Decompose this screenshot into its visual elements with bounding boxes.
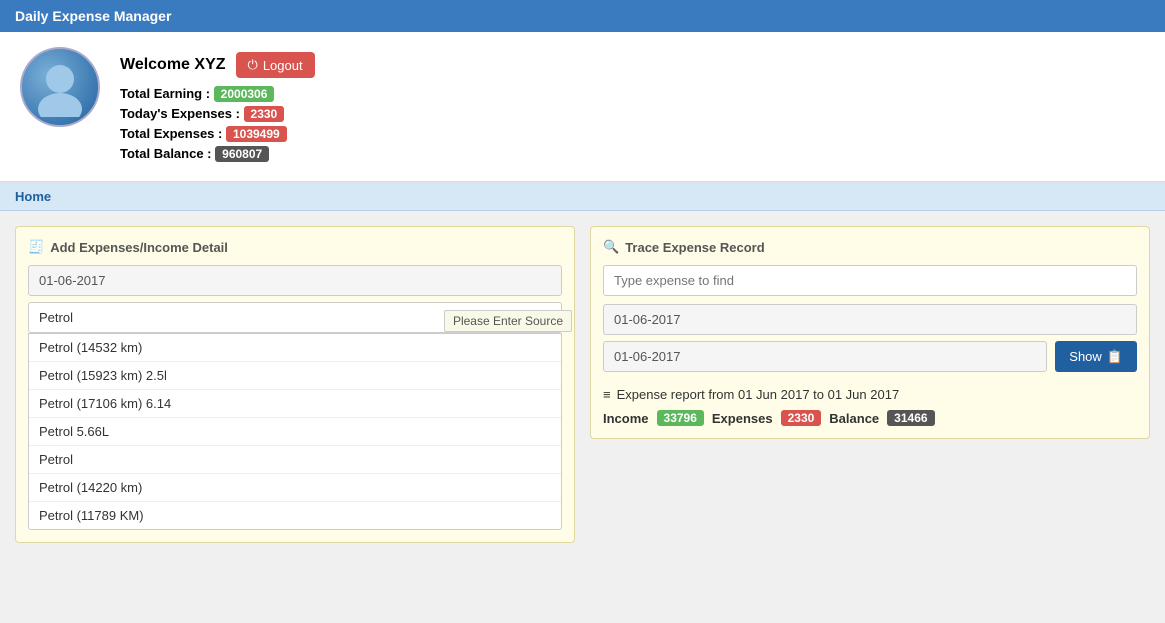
report-list-icon: ≡: [603, 387, 611, 402]
total-expenses-row: Total Expenses : 1039499: [120, 126, 315, 142]
total-balance-value: 960807: [215, 146, 269, 162]
welcome-row: Welcome XYZ ⏻ Logout: [120, 52, 315, 78]
list-item[interactable]: Petrol (11789 KM): [29, 502, 561, 529]
income-value: 33796: [657, 410, 704, 426]
logout-icon: ⏻: [248, 57, 258, 73]
avatar: [20, 47, 100, 127]
trace-title-label: Trace Expense Record: [625, 240, 764, 255]
app-header: Daily Expense Manager: [0, 0, 1165, 32]
total-earning-row: Total Earning : 2000306: [120, 86, 315, 102]
list-item[interactable]: Petrol (15923 km) 2.5l: [29, 362, 561, 390]
balance-value: 31466: [887, 410, 934, 426]
tooltip-text: Please Enter Source: [453, 314, 563, 328]
report-section: ≡ Expense report from 01 Jun 2017 to 01 …: [603, 387, 1137, 426]
list-item[interactable]: Petrol (17106 km) 6.14: [29, 390, 561, 418]
date-input[interactable]: [28, 265, 562, 296]
todays-expenses-label: Today's Expenses :: [120, 106, 240, 121]
report-title: ≡ Expense report from 01 Jun 2017 to 01 …: [603, 387, 1137, 402]
welcome-text: Welcome XYZ: [120, 56, 226, 74]
profile-info: Welcome XYZ ⏻ Logout Total Earning : 200…: [120, 47, 315, 166]
left-panel: 🧾 Add Expenses/Income Detail Please Ente…: [15, 226, 575, 543]
total-balance-label: Total Balance :: [120, 146, 212, 161]
total-earning-value: 2000306: [214, 86, 275, 102]
add-expense-box: 🧾 Add Expenses/Income Detail Please Ente…: [15, 226, 575, 543]
nav-home[interactable]: Home: [15, 189, 51, 204]
list-item[interactable]: Petrol (14532 km): [29, 334, 561, 362]
expenses-value: 2330: [781, 410, 822, 426]
summary-row: Income 33796 Expenses 2330 Balance 31466: [603, 410, 1137, 426]
trace-search-icon: 🔍: [603, 239, 619, 255]
balance-label: Balance: [829, 411, 879, 426]
app-title: Daily Expense Manager: [15, 8, 171, 24]
nav-bar: Home: [0, 183, 1165, 211]
show-icon: 📋: [1107, 349, 1123, 365]
add-expense-label: Add Expenses/Income Detail: [50, 240, 228, 255]
trace-date-to[interactable]: [603, 341, 1047, 372]
total-balance-row: Total Balance : 960807: [120, 146, 315, 162]
tooltip-box: Please Enter Source: [444, 310, 572, 332]
show-label: Show: [1069, 349, 1102, 364]
add-expense-title: 🧾 Add Expenses/Income Detail: [28, 239, 562, 255]
dropdown-list: Petrol (14532 km)Petrol (15923 km) 2.5lP…: [28, 333, 562, 530]
logout-label: Logout: [263, 58, 303, 73]
income-label: Income: [603, 411, 649, 426]
todays-expenses-value: 2330: [244, 106, 285, 122]
list-item[interactable]: Petrol 5.66L: [29, 418, 561, 446]
list-item[interactable]: Petrol (14220 km): [29, 474, 561, 502]
profile-section: Welcome XYZ ⏻ Logout Total Earning : 200…: [0, 32, 1165, 183]
total-expenses-value: 1039499: [226, 126, 287, 142]
right-panel: 🔍 Trace Expense Record Show 📋 ≡ Expense …: [590, 226, 1150, 543]
trace-date-row: Show 📋: [603, 341, 1137, 372]
total-expenses-label: Total Expenses :: [120, 126, 222, 141]
dropdown-container: Please Enter Source Petrol (14532 km)Pet…: [28, 302, 562, 530]
expenses-label: Expenses: [712, 411, 773, 426]
show-button[interactable]: Show 📋: [1055, 341, 1137, 372]
main-content: 🧾 Add Expenses/Income Detail Please Ente…: [0, 211, 1165, 558]
trace-box: 🔍 Trace Expense Record Show 📋 ≡ Expense …: [590, 226, 1150, 439]
trace-date-from[interactable]: [603, 304, 1137, 335]
todays-expenses-row: Today's Expenses : 2330: [120, 106, 315, 122]
logout-button[interactable]: ⏻ Logout: [236, 52, 315, 78]
trace-title: 🔍 Trace Expense Record: [603, 239, 1137, 255]
trace-search-input[interactable]: [603, 265, 1137, 296]
list-item[interactable]: Petrol: [29, 446, 561, 474]
report-title-text: Expense report from 01 Jun 2017 to 01 Ju…: [617, 387, 900, 402]
total-earning-label: Total Earning :: [120, 86, 210, 101]
add-expense-icon: 🧾: [28, 239, 44, 255]
